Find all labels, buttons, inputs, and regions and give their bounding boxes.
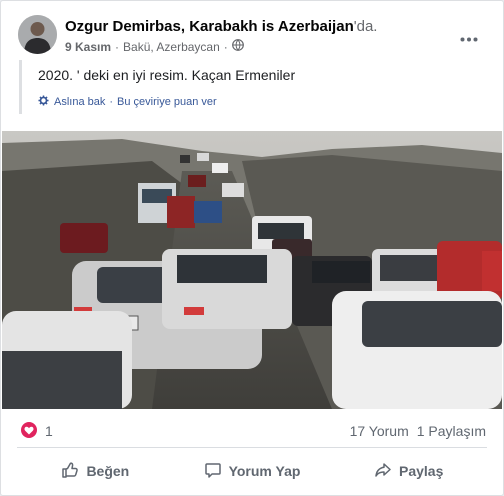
post-meta: 9 Kasım · Bakü, Azerbaycan · — [65, 39, 244, 54]
more-options-icon[interactable] — [460, 25, 478, 48]
meta-dot: · — [115, 39, 120, 54]
heart-icon[interactable] — [21, 422, 37, 438]
post-photo[interactable] — [2, 131, 502, 409]
globe-icon — [231, 39, 244, 54]
comment-icon — [204, 461, 229, 482]
stats-right: 17 Yorum 1 Paylaşım — [350, 423, 486, 439]
meta-dot: · — [223, 39, 228, 54]
share-icon — [374, 461, 399, 482]
post-card: Ozgur Demirbas, Karabakh is Azerbaijan'd… — [0, 0, 504, 496]
post-stats: 1 17 Yorum 1 Paylaşım — [1, 418, 503, 446]
translation-dot: · — [109, 96, 114, 108]
thumbs-up-icon — [61, 461, 86, 482]
reaction-count[interactable]: 1 — [45, 423, 53, 439]
share-label: Paylaş — [398, 463, 444, 479]
comment-count[interactable]: 17 Yorum — [350, 423, 409, 439]
avatar[interactable] — [18, 15, 57, 54]
like-button[interactable]: Beğen — [17, 451, 174, 491]
post-text: 2020. ' deki en iyi resim. Kaçan Ermenil… — [38, 67, 296, 83]
rate-translation-link[interactable]: Bu çeviriye puan ver — [117, 96, 217, 108]
group-suffix: 'da. — [353, 18, 378, 35]
like-label: Beğen — [86, 463, 130, 479]
author-separator: , — [180, 18, 186, 35]
share-count[interactable]: 1 Paylaşım — [417, 423, 486, 439]
see-original-link[interactable]: Aslına bak — [54, 96, 105, 108]
author-line: Ozgur Demirbas, Karabakh is Azerbaijan'd… — [65, 18, 377, 35]
group-name[interactable]: Karabakh is Azerbaijan — [189, 18, 354, 35]
post-header: Ozgur Demirbas, Karabakh is Azerbaijan'd… — [18, 15, 488, 57]
action-bar: Beğen Yorum Yap Paylaş — [17, 451, 487, 491]
comment-label: Yorum Yap — [228, 463, 301, 479]
share-button[interactable]: Paylaş — [330, 451, 487, 491]
translation-bar: Aslına bak · Bu çeviriye puan ver — [38, 95, 479, 109]
traffic-photo — [2, 131, 502, 409]
gear-icon — [38, 95, 49, 109]
post-location[interactable]: Bakü, Azerbaycan — [123, 40, 220, 54]
post-date[interactable]: 9 Kasım — [65, 40, 111, 54]
divider — [17, 447, 487, 448]
post-body: 2020. ' deki en iyi resim. Kaçan Ermenil… — [19, 60, 479, 114]
comment-button[interactable]: Yorum Yap — [174, 451, 331, 491]
author-name[interactable]: Ozgur Demirbas — [65, 18, 181, 35]
